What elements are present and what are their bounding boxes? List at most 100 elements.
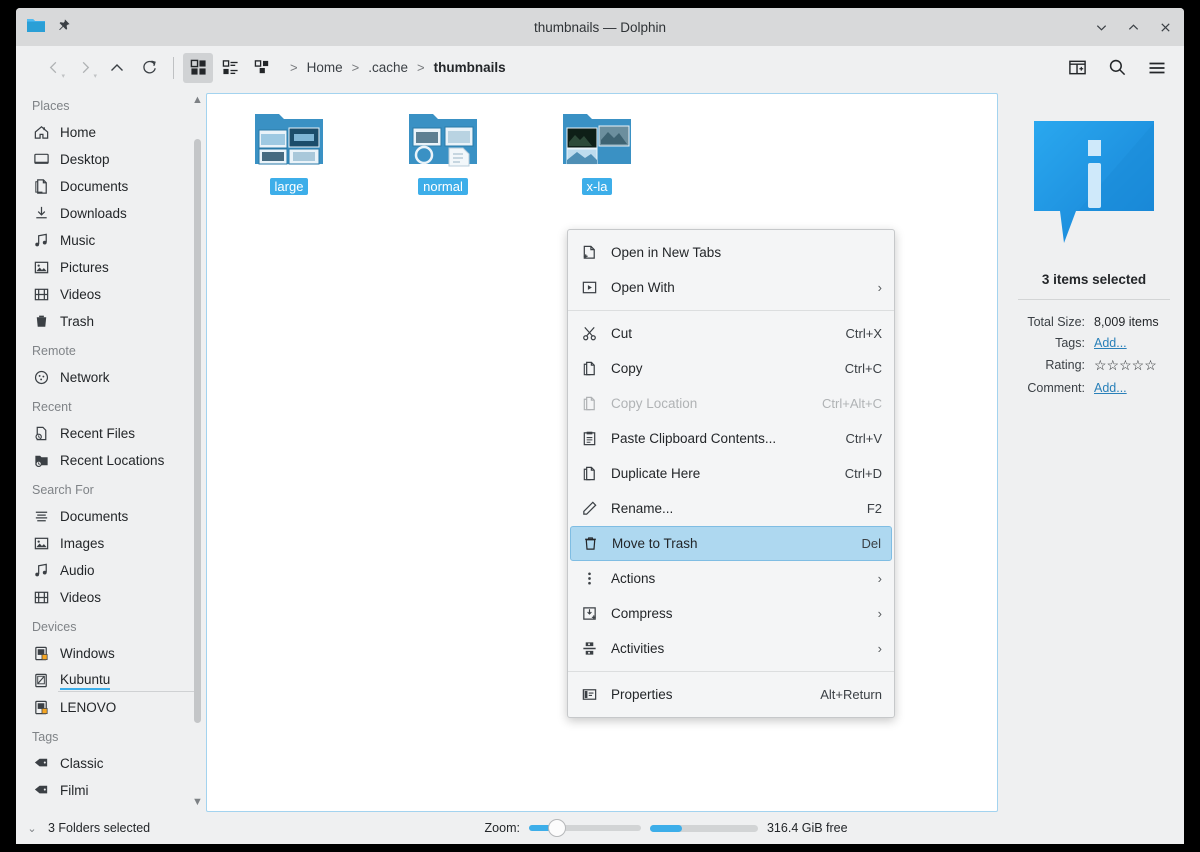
sidebar-item-label: Videos [60,590,101,605]
menu-item-paste-clipboard-contents[interactable]: Paste Clipboard Contents... Ctrl+V [568,421,894,456]
sidebar-item-label: Audio [60,563,95,578]
view-icons-button[interactable] [183,53,213,83]
sidebar-item-recent-locations[interactable]: Recent Locations [16,447,206,474]
tag-icon [32,782,50,800]
chevron-up-icon[interactable]: ▲ [192,95,203,106]
split-view-button[interactable] [1062,53,1092,83]
back-button[interactable]: ▾ [38,53,68,83]
status-center-group: Zoom: 316.4 GiB free [485,821,848,835]
view-details-button[interactable] [247,53,277,83]
sidebar-item-search-audio[interactable]: Audio [16,557,206,584]
menu-item-shortcut: Ctrl+V [846,431,882,446]
free-space-bar[interactable] [650,825,758,832]
sidebar-item-windows[interactable]: Windows [16,640,206,667]
menu-item-duplicate-here[interactable]: Duplicate Here Ctrl+D [568,456,894,491]
menu-item-label: Copy Location [611,396,810,411]
sidebar-group-tags: Tags [16,721,206,750]
toolbar-right [1062,53,1172,83]
sidebar-item-tag-classic[interactable]: Classic [16,750,206,777]
sidebar-item-label: Images [60,536,104,551]
sidebar-item-downloads[interactable]: Downloads [16,200,206,227]
forward-button[interactable]: ▾ [70,53,100,83]
sidebar-group-recent: Recent [16,391,206,420]
sidebar-item-music[interactable]: Music [16,227,206,254]
breadcrumb-item-thumbnails[interactable]: thumbnails [432,58,508,77]
sidebar-item-search-documents[interactable]: Documents [16,503,206,530]
sidebar-item-desktop[interactable]: Desktop [16,146,206,173]
sidebar-item-videos[interactable]: Videos [16,281,206,308]
breadcrumb[interactable]: > Home > .cache > thumbnails [285,58,508,77]
menu-item-copy[interactable]: Copy Ctrl+C [568,351,894,386]
comment-add-link[interactable]: Add... [1094,381,1127,395]
sidebar-item-label: Classic [60,756,104,771]
rating-stars[interactable]: ☆☆☆☆☆ [1094,357,1157,373]
menu-item-move-to-trash[interactable]: Move to Trash Del [570,526,892,561]
sidebar-item-tag-filmi[interactable]: Filmi [16,777,206,804]
menu-item-open-with[interactable]: Open With › [568,270,894,305]
file-item-x-large[interactable]: x-la [551,108,643,195]
folder-photos-icon [561,108,633,170]
desktop-icon [32,151,50,169]
view-compact-button[interactable] [215,53,245,83]
hamburger-menu-icon[interactable] [1142,53,1172,83]
open-with-icon [580,278,599,297]
folder-icon [26,17,46,37]
menu-item-actions[interactable]: Actions › [568,561,894,596]
dolphin-window: thumbnails — Dolphin ▾ ▾ [16,8,1184,844]
status-selection-text: 3 Folders selected [48,821,150,835]
sidebar-item-search-images[interactable]: Images [16,530,206,557]
sidebar-item-trash[interactable]: Trash [16,308,206,335]
menu-item-label: Move to Trash [612,536,849,551]
sidebar-scroll-track[interactable] [194,112,201,791]
sidebar-item-network[interactable]: Network [16,364,206,391]
up-button[interactable] [102,53,132,83]
breadcrumb-item-cache[interactable]: .cache [366,58,410,77]
search-icon[interactable] [1102,53,1132,83]
tags-add-link[interactable]: Add... [1094,336,1127,350]
sidebar-item-search-videos[interactable]: Videos [16,584,206,611]
file-item-large[interactable]: large [243,108,335,195]
chevron-down-icon[interactable]: ⌄ [24,822,40,835]
sidebar-scrollbar[interactable]: ▲ ▼ [191,95,204,808]
menu-item-properties[interactable]: Properties Alt+Return [568,677,894,712]
breadcrumb-item-home[interactable]: Home [305,58,345,77]
sidebar-item-documents[interactable]: Documents [16,173,206,200]
maximize-button[interactable] [1124,18,1142,36]
text-lines-icon [32,508,50,526]
sidebar-item-label: Recent Files [60,426,135,441]
menu-item-open-in-new-tabs[interactable]: Open in New Tabs [568,235,894,270]
menu-item-label: Paste Clipboard Contents... [611,431,834,446]
zoom-label: Zoom: [485,821,520,835]
copy-icon [580,394,599,413]
sidebar-item-recent-files[interactable]: Recent Files [16,420,206,447]
copy-icon [580,464,599,483]
zoom-slider[interactable] [529,825,641,831]
sidebar-item-home[interactable]: Home [16,119,206,146]
pin-icon[interactable] [56,18,71,36]
sidebar-item-lenovo[interactable]: LENOVO [16,694,206,721]
zoom-slider-handle[interactable] [548,819,566,837]
chevron-down-icon[interactable]: ▼ [192,797,203,808]
info-key: Total Size: [1020,312,1092,331]
reload-button[interactable] [134,53,164,83]
scissors-icon [580,324,599,343]
menu-item-activities[interactable]: Activities › [568,631,894,666]
sidebar-item-pictures[interactable]: Pictures [16,254,206,281]
menu-item-rename[interactable]: Rename... F2 [568,491,894,526]
info-row-total-size: Total Size: 8,009 items [1020,312,1168,331]
minimize-button[interactable] [1092,18,1110,36]
menu-item-compress[interactable]: Compress › [568,596,894,631]
close-button[interactable] [1156,18,1174,36]
sidebar-group-places: Places [16,97,206,119]
file-item-normal[interactable]: normal [397,108,489,195]
menu-item-label: Actions [611,571,860,586]
sidebar-scroll-thumb[interactable] [194,139,201,723]
file-item-label: normal [418,178,468,195]
info-row-comment: Comment: Add... [1020,378,1168,397]
sidebar-item-kubuntu[interactable]: Kubuntu [16,667,206,694]
clipboard-icon [580,429,599,448]
chevron-right-icon: › [878,571,882,586]
menu-item-cut[interactable]: Cut Ctrl+X [568,316,894,351]
context-menu[interactable]: Open in New Tabs Open With › Cut Ctrl+X [567,229,895,718]
info-value: 8,009 items [1094,312,1168,331]
